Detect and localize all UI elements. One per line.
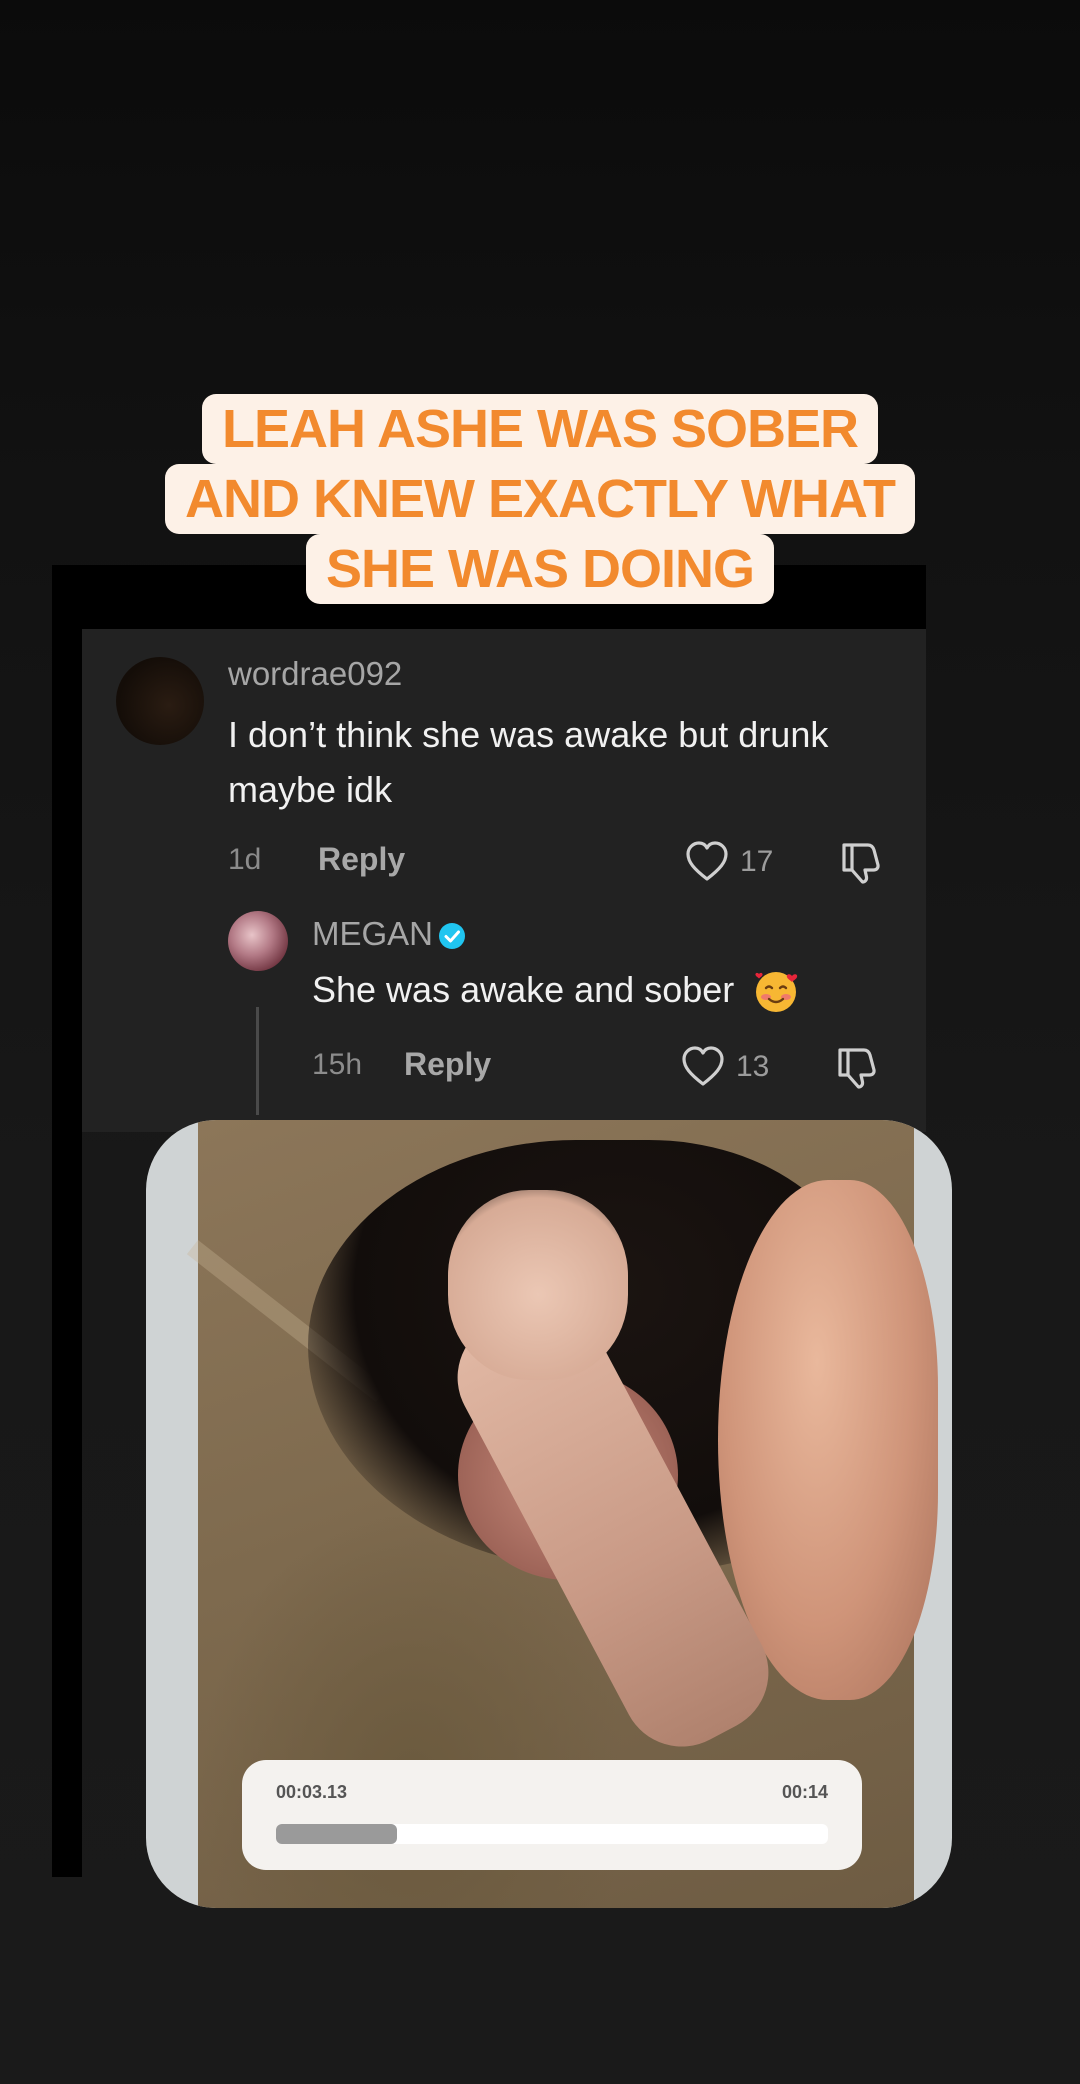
caption-line-1-row: LEAH ASHE WAS SOBER [0,394,1080,464]
elapsed-time: 00:03.13 [276,1782,348,1802]
thread-line [256,1007,259,1115]
verified-badge-icon [439,923,465,949]
comment-username[interactable]: wordrae092 [228,655,402,693]
photo-shoulder [718,1180,938,1700]
reply-like-count: 13 [736,1050,770,1083]
reply-username[interactable]: MEGAN [312,915,433,953]
reply-time: 15h [312,1048,363,1081]
caption-line-2: AND KNEW EXACTLY WHAT [164,464,915,534]
smiling-face-with-hearts-icon [755,972,798,1013]
reply-text-line: She was awake and sober [312,965,800,1016]
comment-meta-row: 1d Reply 17 [228,839,888,885]
avatar[interactable] [116,657,204,745]
like-button[interactable]: 17 [684,839,794,883]
reply-like-button[interactable]: 13 [680,1044,790,1088]
caption-line-1: LEAH ASHE WAS SOBER [201,394,879,464]
dislike-icon[interactable] [838,839,882,885]
heart-icon [686,841,728,881]
progress-track[interactable] [276,1824,828,1844]
caption-line-3: SHE WAS DOING [305,534,775,604]
comment-time: 1d [228,843,262,876]
reply-avatar[interactable] [228,911,288,971]
caption-line-2-row: AND KNEW EXACTLY WHAT [0,464,1080,534]
photo-hand [448,1190,628,1380]
reply-button[interactable]: Reply [318,841,405,878]
heart-icon [682,1046,724,1086]
reply-text: She was awake and sober [312,969,735,1010]
like-count: 17 [740,845,774,878]
comment-text: I don’t think she was awake but drunk ma… [228,714,829,810]
progress-fill [276,1824,398,1844]
reply-reply-button[interactable]: Reply [404,1046,491,1083]
duration-time: 00:14 [781,1782,828,1802]
screenshot-left-edge [52,565,82,1877]
embedded-media-card[interactable]: 00:03.13 00:14 [146,1120,952,1908]
screen: wordrae092 I don’t think she was awake b… [0,0,1080,2084]
comment-card: wordrae092 I don’t think she was awake b… [82,629,926,1132]
dislike-icon[interactable] [834,1044,878,1090]
reply-meta-row: 15h Reply 13 [312,1044,902,1090]
caption-line-3-row: SHE WAS DOING [0,534,1080,604]
video-caption-overlay: LEAH ASHE WAS SOBER AND KNEW EXACTLY WHA… [0,394,1080,604]
media-player-bar: 00:03.13 00:14 [242,1760,862,1870]
